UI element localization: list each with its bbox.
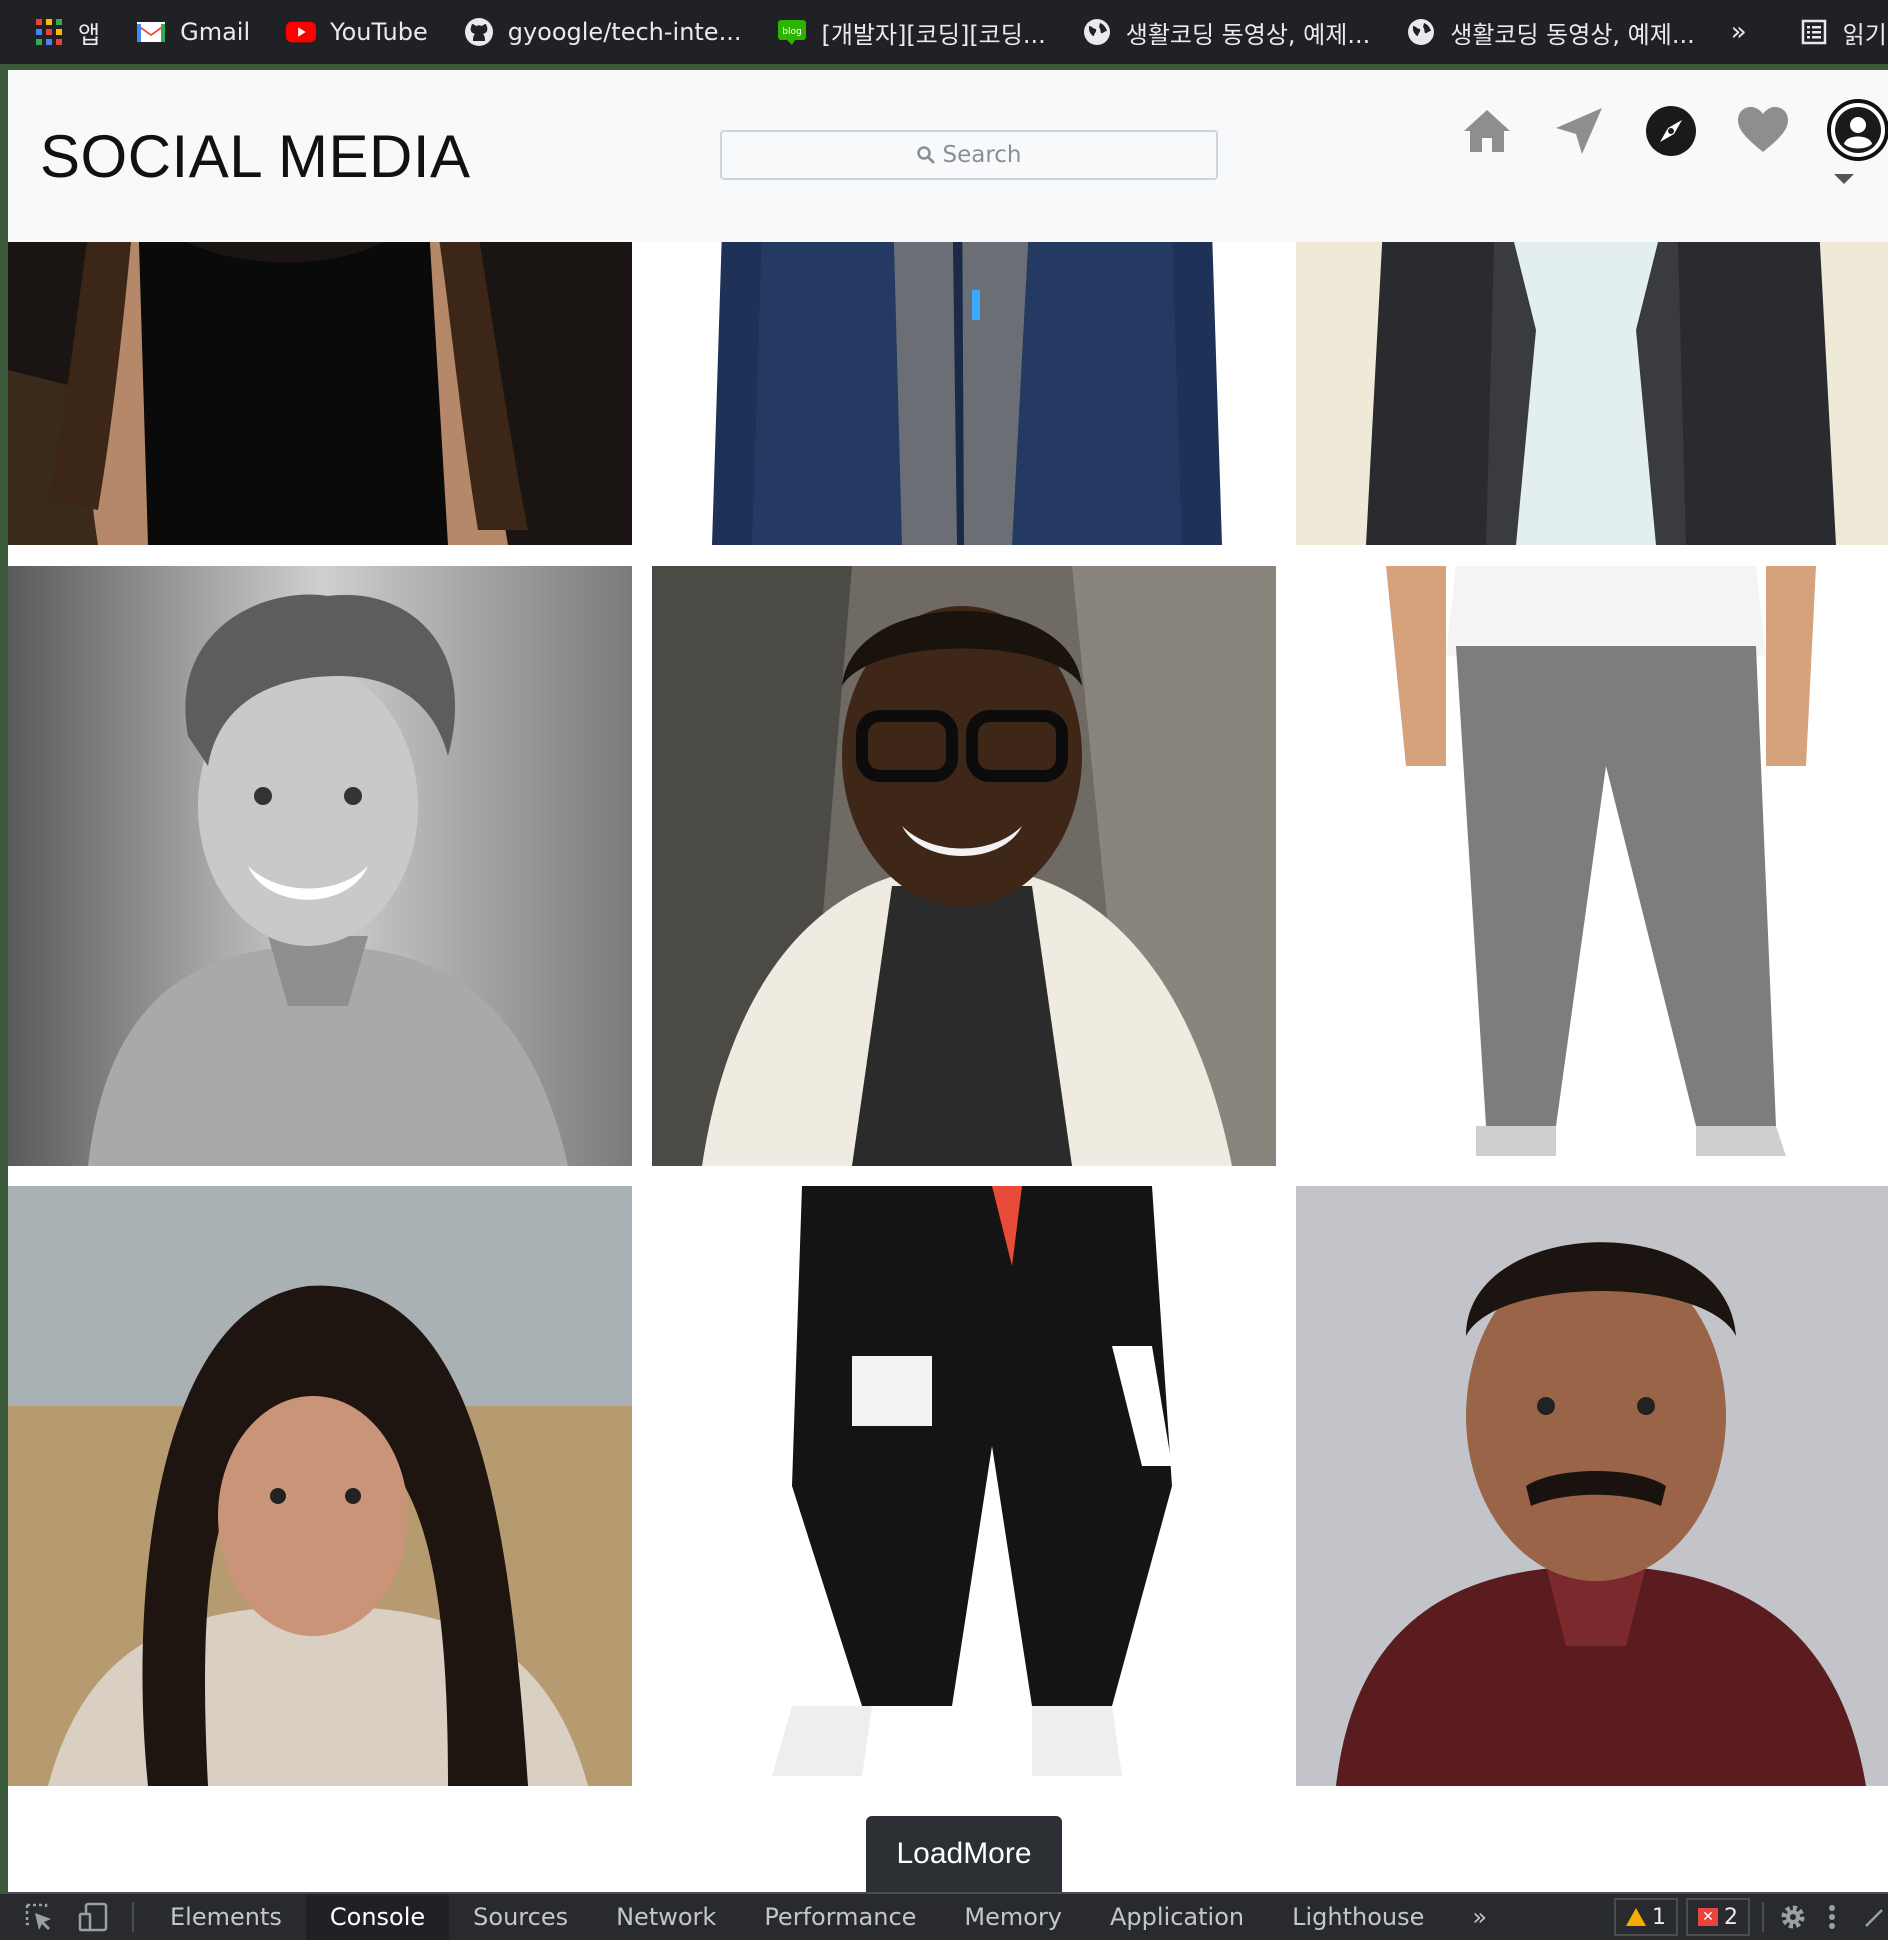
tab-network[interactable]: Network — [592, 1894, 740, 1940]
home-icon[interactable] — [1460, 104, 1514, 158]
bookmark-label: Gmail — [180, 18, 251, 46]
errors-badge[interactable]: ✕ 2 — [1686, 1898, 1750, 1936]
search-icon — [916, 145, 936, 165]
bookmark-github[interactable]: gyoogle/tech-inte... — [464, 17, 742, 47]
bookmark-label: [개발자][코딩][코딩... — [821, 20, 1046, 49]
bookmark-blog[interactable]: blog [개발자][코딩][코딩... — [777, 15, 1046, 50]
errors-count: 2 — [1724, 1904, 1738, 1930]
gmail-icon — [136, 17, 166, 47]
devtools-toolbar: Elements Console Sources Network Perform… — [0, 1892, 1888, 1940]
youtube-icon — [286, 17, 317, 47]
explore-icon[interactable] — [1644, 104, 1698, 158]
tabs-overflow-button[interactable]: » — [1448, 1894, 1511, 1940]
apps-grid-icon — [34, 17, 64, 47]
load-more-button[interactable]: LoadMore — [866, 1816, 1062, 1892]
tab-lighthouse[interactable]: Lighthouse — [1268, 1894, 1448, 1940]
globe-icon — [1082, 17, 1112, 47]
blog-icon: blog — [777, 17, 807, 47]
grid-photo[interactable] — [1296, 1186, 1888, 1786]
bookmarks-overflow-button[interactable]: » — [1731, 17, 1747, 47]
reading-list-button[interactable]: 읽기 목록 — [1799, 15, 1888, 50]
search-input[interactable]: Search — [720, 130, 1218, 180]
brand-title[interactable]: SOCIAL MEDIA — [40, 122, 471, 191]
bookmark-label: gyoogle/tech-inte... — [507, 18, 742, 46]
reading-list-icon — [1799, 17, 1829, 47]
github-icon — [464, 17, 494, 47]
tab-memory[interactable]: Memory — [940, 1894, 1086, 1940]
tab-performance[interactable]: Performance — [740, 1894, 940, 1940]
grid-photo[interactable] — [8, 1186, 632, 1786]
globe-icon — [1406, 17, 1436, 47]
svg-text:blog: blog — [783, 27, 802, 37]
dock-side-icon[interactable] — [1864, 1902, 1884, 1932]
warnings-count: 1 — [1652, 1904, 1666, 1930]
chevron-down-icon[interactable] — [1834, 174, 1854, 184]
bookmark-gmail[interactable]: Gmail — [136, 17, 250, 47]
grid-photo[interactable] — [652, 1186, 1276, 1786]
devtools-status: 1 ✕ 2 — [1606, 1894, 1888, 1940]
bookmark-label: 생활코딩 동영상, 예제... — [1125, 20, 1371, 49]
heart-icon[interactable] — [1736, 104, 1790, 158]
photo-grid — [8, 70, 1888, 1892]
more-options-icon[interactable] — [1828, 1902, 1838, 1932]
tab-elements[interactable]: Elements — [146, 1894, 306, 1940]
tab-sources[interactable]: Sources — [449, 1894, 592, 1940]
grid-photo[interactable] — [652, 566, 1276, 1166]
profile-icon[interactable] — [1826, 98, 1888, 162]
grid-photo[interactable] — [1296, 566, 1888, 1166]
inspect-element-icon[interactable] — [24, 1902, 54, 1932]
tab-console[interactable]: Console — [305, 1894, 450, 1940]
bookmark-youtube[interactable]: YouTube — [286, 17, 428, 47]
tab-application[interactable]: Application — [1086, 1894, 1268, 1940]
bookmark-globe-1[interactable]: 생활코딩 동영상, 예제... — [1082, 15, 1371, 50]
settings-gear-icon[interactable] — [1778, 1902, 1808, 1932]
warnings-badge[interactable]: 1 — [1614, 1898, 1678, 1936]
devtools-divider — [1762, 1902, 1764, 1932]
warning-icon — [1626, 1908, 1646, 1926]
reading-list-label: 읽기 목록 — [1842, 20, 1888, 49]
search-placeholder: Search — [942, 142, 1022, 168]
bookmark-label: YouTube — [330, 18, 428, 46]
device-toolbar-icon[interactable] — [78, 1902, 108, 1932]
bookmarks-bar: 앱 Gmail YouTube gyoogle/tech-inte... blo… — [0, 0, 1888, 64]
devtools-divider — [132, 1902, 134, 1932]
grid-photo[interactable] — [8, 566, 632, 1166]
bookmark-apps[interactable]: 앱 — [34, 15, 100, 50]
bookmark-label: 앱 — [78, 20, 101, 49]
send-icon[interactable] — [1552, 104, 1606, 158]
bookmark-globe-2[interactable]: 생활코딩 동영상, 예제... — [1406, 15, 1695, 50]
app-header: SOCIAL MEDIA Search — [8, 70, 1888, 242]
page-viewport: SOCIAL MEDIA Search LoadMore — [8, 70, 1888, 1892]
error-icon: ✕ — [1698, 1908, 1718, 1926]
bookmark-label: 생활코딩 동영상, 예제... — [1450, 20, 1695, 49]
